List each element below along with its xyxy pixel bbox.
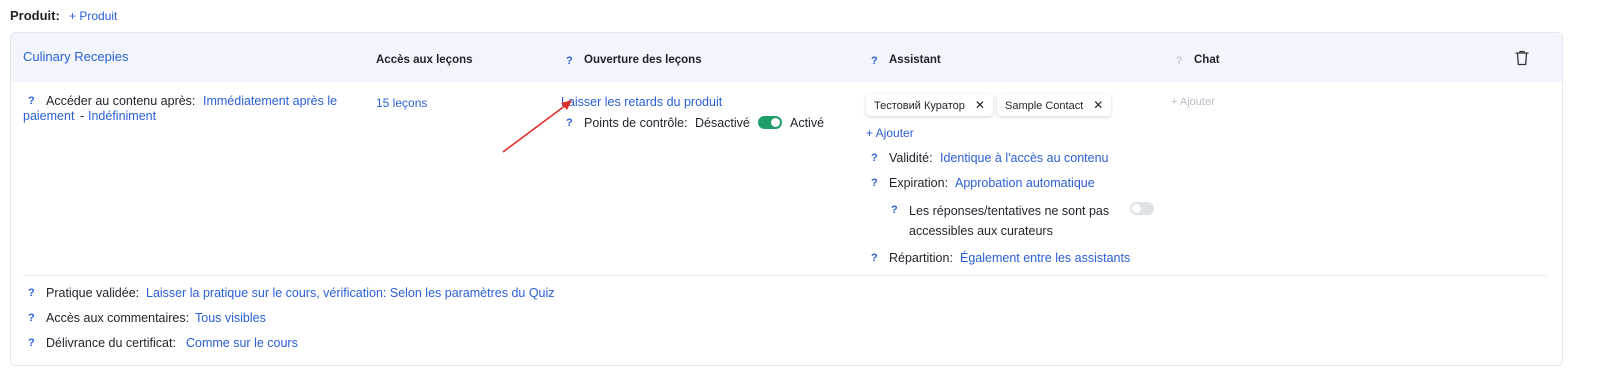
checkpoints-on-label: Activé [790, 116, 825, 130]
assistant-tag: Тестовий Куратор ✕ [866, 94, 993, 116]
help-icon[interactable]: ? [871, 55, 885, 67]
expiration-value[interactable]: Approbation automatique [955, 176, 1095, 190]
add-product-button[interactable]: + Produit [69, 9, 117, 23]
checkpoints-toggle[interactable] [758, 116, 782, 129]
assistant-tag-label: Sample Contact [1005, 100, 1084, 112]
help-icon[interactable]: ? [871, 177, 885, 189]
help-icon[interactable]: ? [1176, 55, 1190, 67]
distribution-value[interactable]: Également entre les assistants [960, 251, 1130, 265]
comments-label: Accès aux commentaires: [46, 311, 190, 325]
comments-value[interactable]: Tous visibles [195, 311, 266, 325]
assistant-tag: Sample Contact ✕ [997, 94, 1112, 116]
distribution-label: Répartition: [889, 251, 953, 265]
header-chat: Chat [1194, 54, 1220, 66]
close-icon[interactable]: ✕ [1093, 98, 1103, 112]
section-divider [23, 275, 1548, 276]
header-access: Accès aux leçons [376, 54, 473, 66]
course-title[interactable]: Culinary Recepies [23, 49, 129, 64]
checkpoints-label: Points de contrôle: [584, 116, 688, 130]
checkpoints-off-label: Désactivé [695, 116, 750, 130]
access-duration[interactable]: Indéfiniment [88, 109, 156, 123]
card-header [11, 33, 1562, 82]
answers-access-label: Les réponses/tentatives ne sont pas [909, 204, 1110, 218]
annotation-arrow [502, 100, 572, 153]
assistant-tag-label: Тестовий Куратор [874, 100, 965, 112]
help-icon[interactable]: ? [871, 152, 885, 164]
lessons-count[interactable]: 15 leçons [376, 96, 427, 110]
practice-value[interactable]: Laisser la pratique sur le cours, vérifi… [146, 286, 555, 300]
validity-label: Validité: [889, 151, 933, 165]
help-icon[interactable]: ? [28, 312, 42, 324]
help-icon[interactable]: ? [891, 204, 905, 216]
practice-label: Pratique validée: [46, 286, 140, 300]
add-chat-button[interactable]: + Ajouter [1171, 96, 1215, 108]
access-content-label: Accéder au contenu après: [46, 94, 196, 108]
help-icon[interactable]: ? [566, 55, 580, 67]
help-icon[interactable]: ? [28, 337, 42, 349]
certificate-value[interactable]: Comme sur le cours [186, 336, 298, 350]
help-icon[interactable]: ? [28, 95, 42, 107]
header-assistant: Assistant [889, 54, 941, 66]
help-icon[interactable]: ? [871, 252, 885, 264]
answers-access-toggle[interactable] [1130, 202, 1154, 215]
trash-icon[interactable] [1515, 50, 1529, 66]
access-content-value-cont[interactable]: paiement [23, 109, 74, 123]
help-icon[interactable]: ? [28, 287, 42, 299]
product-label: Produit: [10, 8, 60, 23]
access-separator: - [80, 109, 85, 123]
expiration-label: Expiration: [889, 176, 949, 190]
access-content-value[interactable]: Immédiatement après le [203, 94, 337, 108]
add-assistant-button[interactable]: + Ajouter [866, 126, 914, 140]
close-icon[interactable]: ✕ [975, 98, 985, 112]
validity-value[interactable]: Identique à l'accès au contenu [940, 151, 1108, 165]
opening-value[interactable]: Laisser les retards du produit [561, 95, 722, 109]
header-opening: Ouverture des leçons [584, 54, 702, 66]
answers-access-label-cont: accessibles aux curateurs [909, 224, 1053, 238]
certificate-label: Délivrance du certificat: [46, 336, 176, 350]
